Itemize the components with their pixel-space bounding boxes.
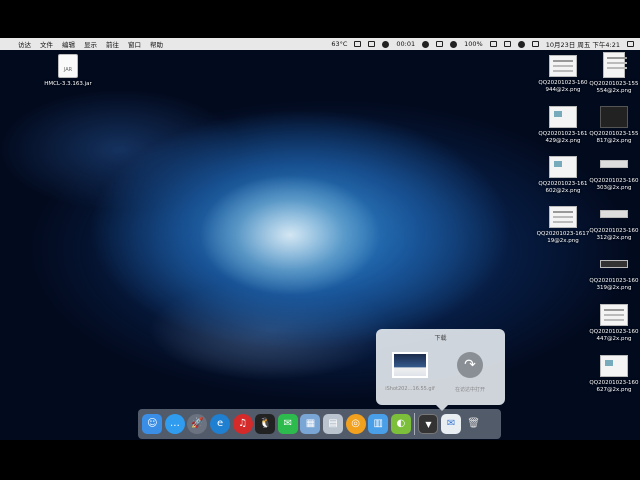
battery-percent[interactable]: 100%: [464, 40, 483, 48]
network-monitor-icon[interactable]: [368, 41, 376, 47]
desktop-file[interactable]: QQ20201023-160 303@2x.png: [584, 153, 640, 192]
image-file-icon: [603, 52, 627, 78]
menu-view[interactable]: 显示: [84, 39, 97, 49]
record-icon[interactable]: [382, 40, 390, 48]
image-file-icon: [600, 160, 628, 168]
menu-go[interactable]: 前往: [106, 39, 119, 49]
desktop-file[interactable]: QQ20201023-160 627@2x.png: [584, 355, 640, 394]
temperature-status[interactable]: 63°C: [331, 40, 347, 48]
downloads-stack-title: 下载: [434, 335, 447, 342]
menu-window[interactable]: 窗口: [128, 39, 141, 49]
open-in-finder-button[interactable]: ↷ 在访达中打开: [442, 352, 498, 393]
downloads-stack-popup: 下载 iShot202…16.55.gif ↷ 在访达中打开: [376, 329, 505, 411]
preview-icon[interactable]: ▦: [300, 414, 321, 434]
desktop-file[interactable]: QQ20201023-160 319@2x.png: [584, 253, 640, 292]
cpu-monitor-icon[interactable]: [354, 41, 362, 47]
mail-icon[interactable]: ✉: [441, 414, 462, 434]
downloaded-file-label: iShot202…16.55.gif: [385, 386, 435, 392]
jar-file-icon: [58, 54, 78, 78]
software-update-icon[interactable]: ◎: [345, 414, 366, 434]
input-method-icon[interactable]: [503, 41, 511, 47]
open-in-finder-icon: ↷: [457, 352, 483, 378]
menu-edit[interactable]: 编辑: [62, 39, 75, 49]
desktop-file[interactable]: QQ20201023-160 312@2x.png: [584, 203, 640, 242]
desktop-file-label: QQ20201023-155 554@2x.png: [589, 81, 639, 94]
image-file-icon: [600, 260, 628, 268]
desktop-file-jar[interactable]: HMCL-3.3.163.jar: [38, 54, 98, 88]
finder-icon[interactable]: ☺: [142, 414, 163, 434]
gif-thumbnail: [392, 352, 428, 378]
top-letterbox: [0, 0, 640, 38]
clock-datetime[interactable]: 10月23日 周五 下午4:21: [546, 39, 620, 49]
image-file-icon: [600, 304, 628, 326]
menu-finder[interactable]: 访达: [18, 39, 31, 49]
menu-file[interactable]: 文件: [40, 39, 53, 49]
image-file-icon: [600, 210, 628, 218]
downloads-stack-icon[interactable]: ▼: [418, 414, 439, 434]
image-file-icon: [600, 355, 628, 377]
notification-center-icon[interactable]: [627, 41, 634, 47]
status-area: 63°C 00:01 100% 10月23日 周五 下午4:21: [324, 39, 640, 49]
desktop-file-label: QQ20201023-160 447@2x.png: [589, 329, 639, 342]
wechat-status-icon[interactable]: [436, 41, 444, 47]
battery-icon[interactable]: [489, 41, 497, 47]
messages-icon[interactable]: …: [164, 414, 185, 434]
desktop-file-label: HMCL-3.3.163.jar: [44, 81, 92, 87]
image-file-icon: [549, 106, 577, 128]
image-file-icon: [549, 206, 577, 228]
trash-icon[interactable]: 🗑: [464, 414, 484, 434]
image-file-icon: [549, 55, 577, 77]
edge-browser-icon[interactable]: e: [210, 414, 231, 434]
desktop-file-label: QQ20201023-160 319@2x.png: [589, 278, 639, 291]
desktop-file[interactable]: QQ20201023-155 554@2x.png: [584, 52, 640, 95]
image-file-icon: [600, 106, 628, 128]
desktop-file[interactable]: QQ20201023-155 817@2x.png: [584, 106, 640, 145]
menu-bar: 访达 文件 编辑 显示 前往 窗口 帮助 63°C 00:01 100% 10月…: [0, 38, 640, 50]
clock-icon[interactable]: [422, 40, 430, 48]
desktop-file-label: QQ20201023-160 312@2x.png: [589, 228, 639, 241]
qq-icon[interactable]: 🐧: [255, 414, 276, 434]
desktop-file[interactable]: QQ20201023-160 447@2x.png: [584, 304, 640, 343]
open-in-finder-label: 在访达中打开: [454, 387, 485, 393]
wifi-icon[interactable]: [450, 40, 458, 48]
downloaded-gif-item[interactable]: iShot202…16.55.gif: [382, 352, 438, 392]
desktop-file-label: QQ20201023-160 627@2x.png: [589, 380, 639, 393]
timer-status[interactable]: 00:01: [396, 40, 415, 48]
menu-help[interactable]: 帮助: [150, 39, 163, 49]
bottom-letterbox: [0, 440, 640, 480]
wechat-icon[interactable]: ✉: [277, 414, 298, 434]
launchpad-icon[interactable]: 🚀: [187, 414, 208, 434]
desktop-file-label: QQ20201023-155 817@2x.png: [589, 131, 639, 144]
netease-music-icon[interactable]: ♫: [232, 414, 253, 434]
android-file-transfer-icon[interactable]: ◐: [390, 414, 411, 434]
desktop-file-label: QQ20201023-160 303@2x.png: [589, 178, 639, 191]
control-center-icon[interactable]: [531, 41, 539, 47]
dock: ☺ … 🚀 e ♫ 🐧 ✉ ▦ ▤ ◎ ▥ ◐ ▼ ✉ 🗑: [138, 409, 501, 439]
search-icon[interactable]: [517, 40, 525, 48]
image-file-icon: [549, 156, 577, 178]
image-viewer-icon[interactable]: ▤: [323, 414, 344, 434]
dock-separator: [414, 413, 416, 435]
gift-app-icon[interactable]: ▥: [368, 414, 389, 434]
